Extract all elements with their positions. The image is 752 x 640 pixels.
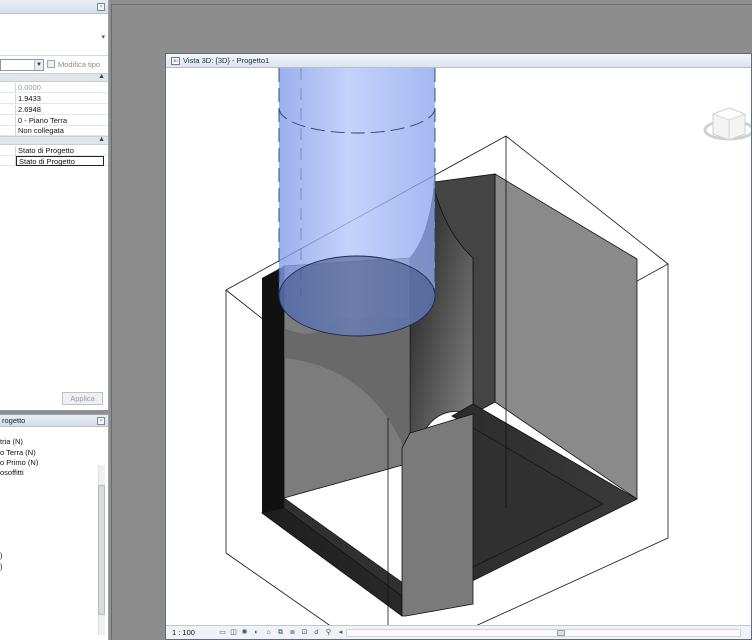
reveal-hidden-icon[interactable]: ⚲ <box>324 629 333 637</box>
chevron-down-icon[interactable]: ▾ <box>101 33 105 41</box>
phase-row-selected[interactable]: Stato di Progetto <box>0 156 108 166</box>
phase-value-field[interactable]: Stato di Progetto <box>16 156 104 166</box>
solid-front-face <box>401 413 474 617</box>
property-value: 1.9433 <box>18 94 41 103</box>
edit-type-button[interactable]: Modifica tipo <box>47 59 107 71</box>
phase-group-header[interactable]: ▲ <box>0 136 108 145</box>
show-crop-icon[interactable]: ⧈ <box>288 629 297 637</box>
pin-icon[interactable]: ▫ <box>97 3 105 11</box>
tree-item[interactable]: o Primo (N) <box>0 458 38 468</box>
shadows-icon[interactable]: ◐ <box>252 629 261 637</box>
property-row[interactable]: 0 - Piano Terra <box>0 116 108 126</box>
property-value: 2.6948 <box>18 105 41 114</box>
tree-item[interactable]: o Terra (N) <box>0 448 36 458</box>
void-cylinder[interactable] <box>278 68 436 337</box>
temporary-hide-icon[interactable]: ☌ <box>312 629 321 637</box>
tree-item[interactable]: tria (N) <box>0 437 23 447</box>
view-title: Vista 3D: {3D} - Progetto1 <box>183 56 270 65</box>
tree-item[interactable]: osoffitti <box>0 468 24 478</box>
property-value: 0.0000 <box>18 83 41 92</box>
crop-view-icon[interactable]: ⧉ <box>276 629 285 637</box>
element-filter-dropdown[interactable]: ▼ <box>0 59 44 71</box>
tree-item[interactable]: ) <box>0 562 3 572</box>
visual-style-icon[interactable]: ◫ <box>229 629 238 637</box>
project-browser-titlebar: rogetto <box>0 415 108 427</box>
project-browser-title: rogetto <box>2 416 26 425</box>
detail-level-icon[interactable]: ▭ <box>218 629 227 637</box>
edit-type-label: Modifica tipo <box>58 60 101 69</box>
view-scale[interactable]: 1 : 100 <box>172 628 195 637</box>
scroll-left-icon[interactable]: ◂ <box>336 629 345 637</box>
collapse-icon[interactable]: ▲ <box>98 73 105 80</box>
phase-row[interactable]: Stato di Progetto <box>0 146 108 156</box>
view-window-3d[interactable]: 3D Vista 3D: {3D} - Progetto1 1: 100 ▭ … <box>165 53 752 640</box>
chevron-down-icon[interactable]: ▼ <box>34 60 43 70</box>
view-scroll-thumb[interactable] <box>557 630 565 636</box>
tree-item[interactable]: ) <box>0 551 3 561</box>
view-control-bar: 1 : 100 ▭ ◫ ✺ ◐ ⌂ ⧉ ⧈ ⊡ ☌ ⚲ ◂ <box>166 625 751 639</box>
pin-icon[interactable]: ▫ <box>97 417 105 425</box>
lock-view-icon[interactable]: ⊡ <box>300 629 309 637</box>
property-row[interactable]: 1.9433 <box>0 94 108 104</box>
view-cube-icon[interactable] <box>703 107 751 141</box>
browser-scroll-thumb[interactable] <box>98 485 105 615</box>
type-filter-row: ▼ Modifica tipo <box>0 59 108 71</box>
properties-panel: ▫ ▾ ▼ Modifica tipo ▲ 0.0000 1.9433 2.69… <box>0 0 109 410</box>
3d-view-icon: 3D <box>171 57 180 65</box>
collapse-icon[interactable]: ▲ <box>98 136 105 143</box>
3d-model-scene[interactable] <box>166 68 751 626</box>
render-icon[interactable]: ⌂ <box>264 629 273 637</box>
project-browser: rogetto ▫ tria (N) o Terra (N) o Primo (… <box>0 414 109 640</box>
properties-group-header[interactable]: ▲ <box>0 73 108 82</box>
sun-path-icon[interactable]: ✺ <box>240 629 249 637</box>
view-titlebar[interactable]: 3D Vista 3D: {3D} - Progetto1 <box>166 54 751 68</box>
apply-button[interactable]: Applica <box>62 392 103 405</box>
property-value: 0 - Piano Terra <box>18 116 68 125</box>
property-row[interactable]: 2.6948 <box>0 105 108 115</box>
properties-titlebar <box>0 0 108 14</box>
type-selector[interactable]: ▾ <box>0 14 108 56</box>
phase-value: Stato di Progetto <box>18 146 74 155</box>
view-horizontal-scrollbar[interactable] <box>346 629 741 637</box>
property-row[interactable]: Non collegata <box>0 126 108 136</box>
property-row[interactable]: 0.0000 <box>0 83 108 93</box>
edit-type-icon <box>47 60 55 68</box>
property-value: Non collegata <box>18 126 64 135</box>
